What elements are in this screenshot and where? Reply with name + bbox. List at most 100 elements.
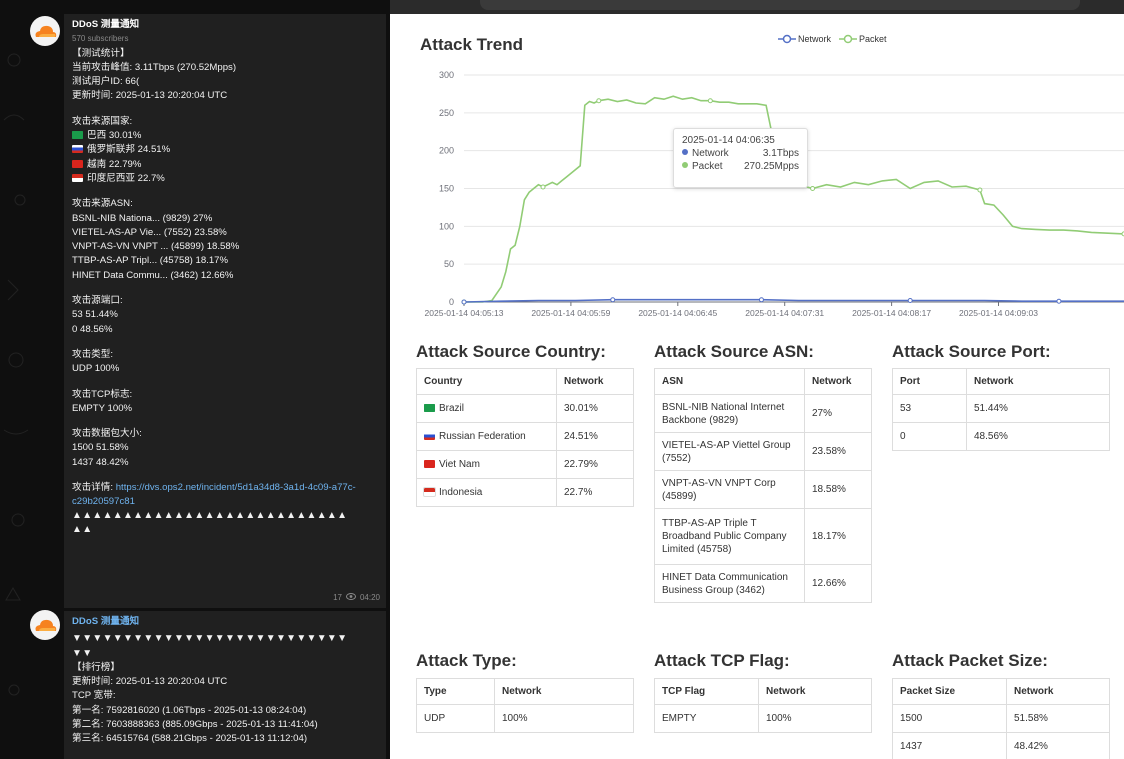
table-cell-name: 53 bbox=[892, 394, 967, 423]
message-line-text: 0 48.56% bbox=[72, 323, 113, 335]
message-bubble-stats[interactable]: DDoS 测量通知 570 subscribers 【测试统计】 当前攻击峰值: … bbox=[64, 14, 386, 608]
port-row: 53 51.44% bbox=[892, 394, 1110, 423]
table-cell-text: BSNL-NIB National Internet Backbone (982… bbox=[662, 401, 785, 426]
channel-header-2[interactable] bbox=[30, 610, 60, 640]
message-line: 攻击来源国家: bbox=[72, 115, 378, 129]
message-line-text: 更新时间: 2025-01-13 20:20:04 UTC bbox=[72, 90, 228, 102]
message-line-text: 攻击来源国家: bbox=[72, 115, 133, 127]
x-tick-label: 2025-01-14 04:08:17 bbox=[852, 308, 931, 318]
size-row: 1437 48.42% bbox=[892, 732, 1110, 759]
incident-detail: 攻击详情: https://dvs.ops2.net/incident/5d1a… bbox=[72, 481, 378, 509]
x-tick-label: 2025-01-14 04:06:45 bbox=[638, 308, 717, 318]
table-cell-value: 51.44% bbox=[966, 394, 1110, 423]
table-cell-text: VNPT-AS-VN VNPT Corp (45899) bbox=[662, 477, 776, 502]
leaderboard-line: TCP 宽带: bbox=[72, 690, 116, 702]
message-line: 攻击源端口: bbox=[72, 294, 378, 308]
tooltip-packet-value: 270.25Mpps bbox=[743, 161, 799, 172]
message-line-text: 俄罗斯联邦 24.51% bbox=[87, 144, 171, 156]
message-time: 04:20 bbox=[359, 592, 380, 602]
message-line: 攻击来源ASN: bbox=[72, 197, 378, 211]
asn-row: VNPT-AS-VN VNPT Corp (45899) 18.58% bbox=[654, 470, 872, 509]
leaderboard-line: 第一名: 7592816020 (1.06Tbps - 2025-01-13 0… bbox=[72, 704, 307, 716]
channel-name-2[interactable]: DDoS 测量通知 bbox=[72, 615, 378, 629]
triangle-divider-tail: ▲▲ bbox=[72, 524, 93, 536]
table-cell-text: 1500 bbox=[900, 713, 923, 724]
message-line: TTBP-AS-AP Tripl... (45758) 18.17% bbox=[72, 254, 378, 268]
table-header: Packet Size bbox=[892, 678, 1007, 705]
table-header: Country bbox=[416, 368, 557, 395]
tooltip-network-value: 3.1Tbps bbox=[762, 148, 799, 159]
message-line-text: HINET Data Commu... (3462) 12.66% bbox=[72, 269, 234, 281]
detail-prefix: 攻击详情: bbox=[72, 482, 116, 494]
message-line: 攻击数据包大小: bbox=[72, 427, 378, 441]
table-header: Type bbox=[416, 678, 495, 705]
message-line-text: 测试用户ID: 66( bbox=[72, 76, 140, 88]
table-cell-text: Russian Federation bbox=[439, 431, 526, 442]
message-line: VIETEL-AS-AP Vie... (7552) 23.58% bbox=[72, 226, 378, 240]
message-line-text: VIETEL-AS-AP Vie... (7552) 23.58% bbox=[72, 226, 227, 238]
table-cell-value: 22.7% bbox=[556, 478, 634, 507]
message-line: 越南 22.79% bbox=[72, 158, 378, 172]
country-row: Viet Nam 22.79% bbox=[416, 450, 634, 479]
flag-icon bbox=[72, 131, 83, 140]
asn-row: HINET Data Communication Business Group … bbox=[654, 564, 872, 603]
channel-header[interactable] bbox=[30, 16, 60, 46]
cloud-logo-icon bbox=[35, 619, 57, 631]
table-cell-value: 22.79% bbox=[556, 450, 634, 479]
table-cell-name: VIETEL-AS-AP Viettel Group (7552) bbox=[654, 432, 805, 471]
asn-table: ASN Network BSNL-NIB National Internet Bac… bbox=[654, 368, 872, 603]
message-bubble-leaderboard[interactable]: DDoS 测量通知 ▼▼▼▼▼▼▼▼▼▼▼▼▼▼▼▼▼▼▼▼▼▼▼▼▼▼▼ ▼▼… bbox=[64, 611, 386, 759]
table-cell-value: 48.42% bbox=[1006, 732, 1110, 759]
leaderboard-line: 更新时间: 2025-01-13 20:20:04 UTC bbox=[72, 676, 228, 688]
channel-avatar-2[interactable] bbox=[30, 610, 60, 640]
network-point bbox=[907, 297, 913, 303]
y-tick-label: 0 bbox=[449, 297, 454, 307]
packet-point bbox=[707, 98, 713, 104]
table-cell-text: 1437 bbox=[900, 741, 923, 752]
message-line-text: 攻击TCP标志: bbox=[72, 388, 133, 400]
flag-icon bbox=[72, 159, 83, 168]
table-cell-text: TTBP-AS-AP Triple T Broadband Public Com… bbox=[662, 518, 787, 555]
leaderboard-line: 【排行榜】 bbox=[72, 661, 120, 673]
network-point bbox=[461, 299, 467, 305]
message-line-text: 攻击源端口: bbox=[72, 295, 123, 307]
flag-icon bbox=[72, 173, 83, 182]
tcpflag-table: TCP Flag Network EMPTY 100% bbox=[654, 678, 872, 733]
type-section-title: Attack Type: bbox=[416, 651, 517, 670]
table-cell-value: 24.51% bbox=[556, 422, 634, 451]
legend-network-label: Network bbox=[798, 34, 832, 44]
tcpflag-section-title: Attack TCP Flag: bbox=[654, 651, 790, 670]
table-cell-value: 12.66% bbox=[804, 564, 872, 603]
table-cell-text: Brazil bbox=[439, 403, 465, 414]
port-row: 0 48.56% bbox=[892, 422, 1110, 451]
message-line: 更新时间: 2025-01-13 20:20:04 UTC bbox=[72, 89, 378, 103]
asn-row: TTBP-AS-AP Triple T Broadband Public Com… bbox=[654, 508, 872, 565]
view-count: 17 bbox=[333, 592, 342, 602]
y-tick-label: 300 bbox=[439, 70, 454, 80]
table-header: Network bbox=[758, 678, 872, 705]
attack-trend-chart[interactable]: 0 50 100 150 200 250 300 2025-01-14 04:05:13 202… bbox=[410, 66, 1124, 322]
channel-avatar[interactable] bbox=[30, 16, 60, 46]
port-table: Port Network 53 51.44% 0 48.56% bbox=[892, 368, 1110, 451]
legend-network[interactable]: Network bbox=[778, 34, 831, 44]
y-tick-label: 150 bbox=[439, 184, 454, 194]
message-line: 攻击类型: bbox=[72, 348, 378, 362]
table-cell-text: 53 bbox=[900, 403, 912, 414]
legend-packet[interactable]: Packet bbox=[839, 34, 887, 44]
message-line: 1437 48.42% bbox=[72, 456, 378, 470]
channel-name[interactable]: DDoS 测量通知 bbox=[72, 18, 378, 32]
triangle-divider: ▲▲▲▲▲▲▲▲▲▲▲▲▲▲▲▲▲▲▲▲▲▲▲▲▲▲▲ bbox=[72, 510, 348, 522]
message-line-text: 1437 48.42% bbox=[72, 456, 129, 468]
attack-trend-title: Attack Trend bbox=[420, 35, 523, 54]
y-tick-label: 100 bbox=[439, 221, 454, 231]
flag-icon bbox=[72, 145, 83, 154]
id-flag-icon bbox=[423, 487, 436, 497]
table-header: Network bbox=[804, 368, 872, 395]
legend-packet-label: Packet bbox=[859, 34, 887, 44]
table-cell-name: Viet Nam bbox=[416, 450, 557, 479]
message-line-text: 当前攻击峰值: 3.11Tbps (270.52Mpps) bbox=[72, 61, 237, 73]
asn-row: BSNL-NIB National Internet Backbone (982… bbox=[654, 394, 872, 433]
